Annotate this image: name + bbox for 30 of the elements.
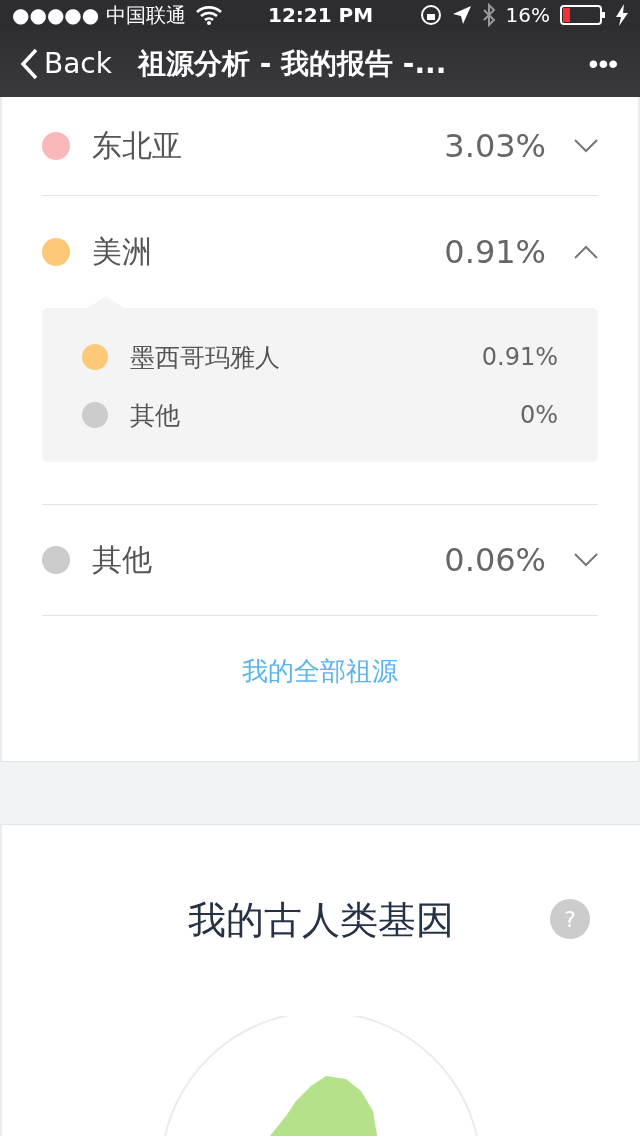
more-button[interactable]: •••	[588, 47, 618, 80]
region-row[interactable]: 其他 0.06%	[42, 505, 598, 616]
region-percent: 0.91%	[444, 233, 546, 271]
region-name: 其他	[92, 540, 153, 579]
subregion-percent: 0.91%	[481, 343, 558, 371]
charging-bolt-icon	[616, 4, 628, 27]
region-row[interactable]: 东北亚 3.03%	[42, 97, 598, 196]
wifi-icon	[195, 5, 222, 26]
location-arrow-icon	[451, 5, 472, 26]
region-percent: 3.03%	[444, 127, 546, 165]
rotation-lock-icon	[419, 4, 442, 27]
subregion-name: 墨西哥玛雅人	[130, 341, 281, 374]
chevron-left-icon	[20, 47, 38, 80]
subregion-name: 其他	[130, 399, 181, 432]
region-percent: 0.06%	[444, 541, 546, 579]
region-row[interactable]: 美洲 0.91%	[42, 196, 598, 308]
page-title: 祖源分析 - 我的报告 -...	[138, 45, 448, 82]
region-name: 美洲	[92, 232, 153, 271]
battery-percent: 16%	[505, 3, 550, 28]
clock-text: 12:21 PM	[268, 3, 374, 28]
carrier-text: ●●●●● 中国联通	[12, 1, 186, 29]
bluetooth-icon	[481, 3, 496, 28]
subregion-percent: 0%	[519, 401, 558, 429]
region-name: 东北亚	[92, 126, 183, 165]
back-button[interactable]: Back	[20, 47, 112, 81]
battery-icon	[560, 5, 606, 26]
section-title: 我的古人类基因	[188, 897, 454, 944]
chevron-up-icon	[574, 245, 598, 259]
chevron-down-icon	[574, 139, 598, 153]
chevron-down-icon	[574, 553, 598, 567]
